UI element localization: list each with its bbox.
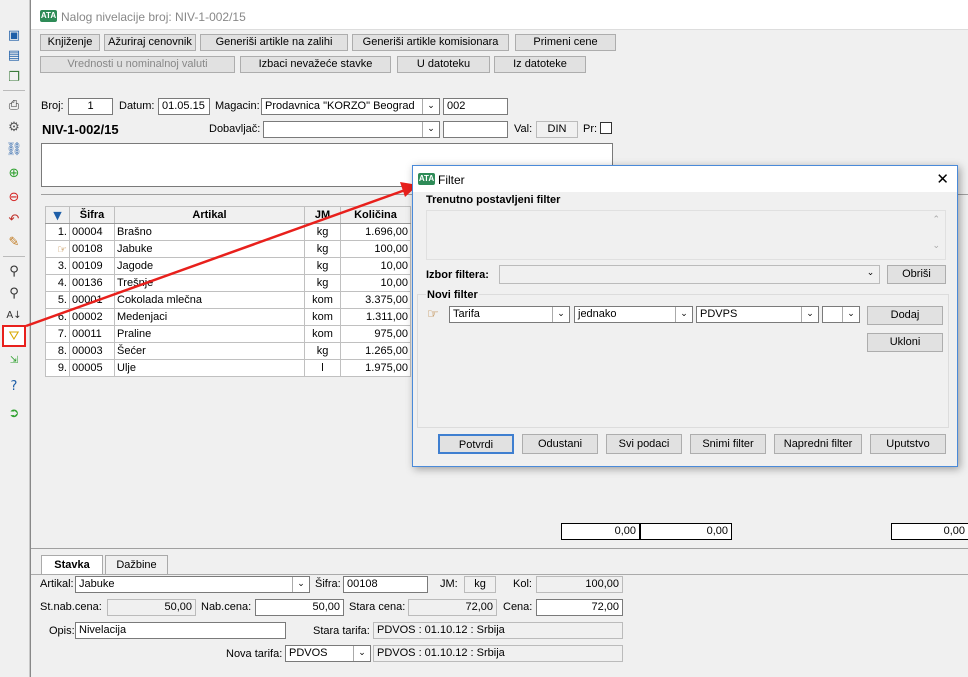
novi-filter-label: Novi filter bbox=[426, 289, 479, 301]
chevron-down-icon[interactable]: ⌄ bbox=[675, 307, 692, 322]
dodaj-button[interactable]: Dodaj bbox=[867, 306, 943, 325]
chevron-down-icon[interactable]: ⌄ bbox=[862, 266, 879, 283]
uputstvo-button[interactable]: Uputstvo bbox=[870, 434, 946, 454]
ukloni-button[interactable]: Ukloni bbox=[867, 333, 943, 352]
current-filter-label: Trenutno postavljeni filter bbox=[426, 194, 561, 206]
chevron-down-icon[interactable]: ⌄ bbox=[801, 307, 818, 322]
filter-operator-combo[interactable]: jednako ⌄ bbox=[574, 306, 693, 323]
izbor-filtera-combo[interactable]: ⌄ bbox=[499, 265, 880, 284]
dialog-title-bar: ATA Filter ✕ bbox=[413, 166, 957, 192]
izbor-filtera-label: Izbor filtera: bbox=[426, 269, 489, 281]
current-filter-box: ⌃ ⌄ bbox=[426, 210, 946, 260]
filter-operator-value: jednako bbox=[578, 308, 617, 320]
obrisi-button[interactable]: Obriši bbox=[887, 265, 946, 284]
filter-extra-combo[interactable]: ⌄ bbox=[822, 306, 860, 323]
napredni-filter-button[interactable]: Napredni filter bbox=[774, 434, 862, 454]
potvrdi-button[interactable]: Potvrdi bbox=[438, 434, 514, 454]
pointer-hand-icon: ☞ bbox=[427, 307, 439, 322]
app-logo: ATA bbox=[418, 173, 435, 185]
snimi-filter-button[interactable]: Snimi filter bbox=[690, 434, 766, 454]
scroll-up-icon[interactable]: ⌃ bbox=[932, 215, 940, 225]
odustani-button[interactable]: Odustani bbox=[522, 434, 598, 454]
chevron-down-icon[interactable]: ⌄ bbox=[842, 307, 859, 322]
svi-podaci-button[interactable]: Svi podaci bbox=[606, 434, 682, 454]
scroll-down-icon[interactable]: ⌄ bbox=[932, 241, 940, 251]
filter-field-combo[interactable]: Tarifa ⌄ bbox=[449, 306, 570, 323]
filter-value-combo[interactable]: PDVPS ⌄ bbox=[696, 306, 819, 323]
dialog-title: Filter bbox=[438, 173, 465, 187]
close-icon[interactable]: ✕ bbox=[936, 170, 949, 188]
filter-field-value: Tarifa bbox=[453, 308, 480, 320]
filter-value: PDVPS bbox=[700, 308, 738, 320]
filter-dialog: ATA Filter ✕ Trenutno postavljeni filter… bbox=[412, 165, 958, 467]
chevron-down-icon[interactable]: ⌄ bbox=[552, 307, 569, 322]
